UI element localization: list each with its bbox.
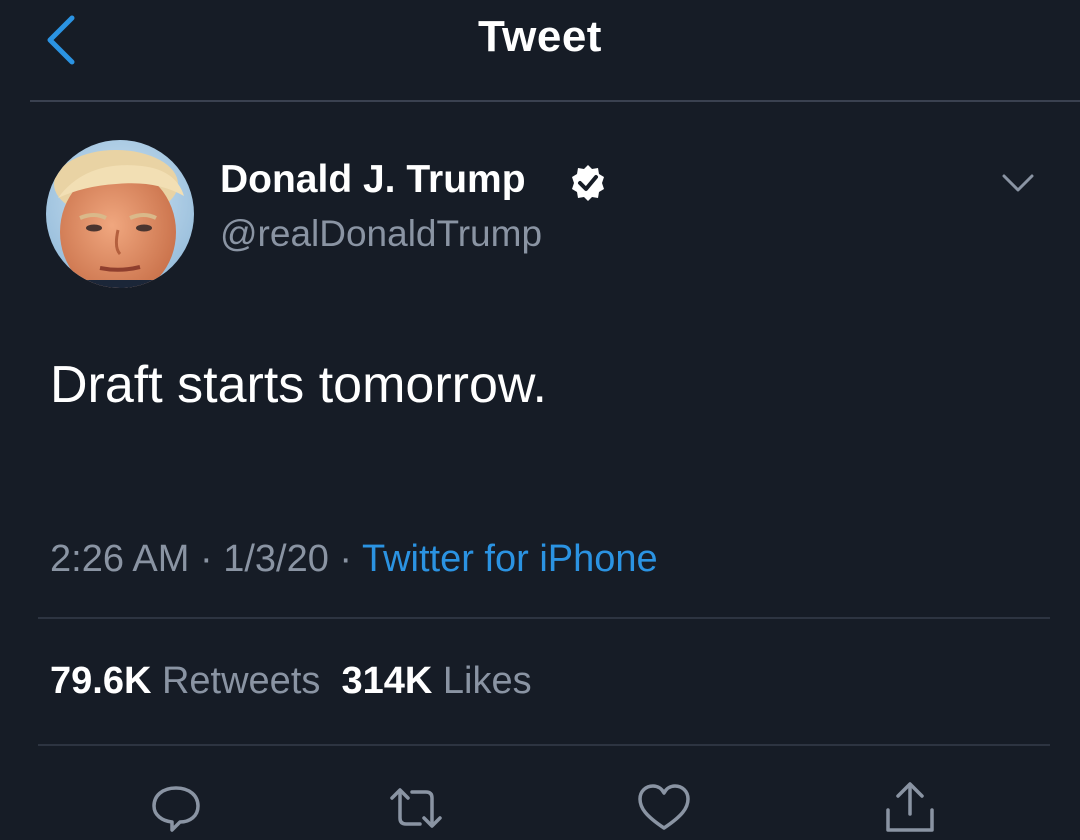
stats-divider	[38, 744, 1050, 746]
retweet-icon	[390, 788, 442, 828]
retweets-count: 79.6K	[50, 660, 152, 702]
tweet-detail-screen: Tweet Donald J. Trump @realDonaldTrump D…	[0, 0, 1080, 840]
verified-badge-icon	[572, 165, 604, 201]
meta-divider	[38, 617, 1050, 619]
meta-separator: ·	[199, 538, 213, 580]
tweet-meta: 2:26 AM · 1/3/20 · Twitter for iPhone	[50, 538, 658, 581]
tweet-date: 1/3/20	[223, 538, 329, 580]
likes-count: 314K	[341, 660, 433, 702]
likes-label: Likes	[442, 660, 532, 702]
tweet-source-link[interactable]: Twitter for iPhone	[362, 538, 658, 580]
page-title: Tweet	[478, 12, 602, 61]
author-handle[interactable]: @realDonaldTrump	[220, 213, 542, 255]
chevron-down-icon	[1002, 174, 1034, 192]
share-icon	[886, 782, 934, 832]
reply-icon	[152, 786, 200, 832]
retweets-label: Retweets	[161, 660, 321, 702]
avatar-image	[46, 140, 194, 288]
likes-stat[interactable]: 314K Likes	[342, 660, 532, 702]
header-divider	[30, 100, 1080, 102]
tweet-time: 2:26 AM	[50, 538, 190, 580]
top-bar: Tweet	[0, 0, 1080, 100]
reply-button[interactable]	[146, 780, 206, 836]
like-icon	[638, 784, 690, 830]
meta-separator: ·	[339, 538, 353, 580]
retweets-stat[interactable]: 79.6K Retweets	[50, 660, 320, 702]
more-options-button[interactable]	[996, 164, 1040, 204]
tweet-text: Draft starts tomorrow.	[50, 356, 547, 414]
avatar[interactable]	[46, 140, 194, 288]
tweet-stats: 79.6K Retweets 314K Likes	[50, 660, 532, 703]
retweet-button[interactable]	[386, 780, 446, 836]
share-button[interactable]	[880, 780, 940, 836]
like-button[interactable]	[634, 780, 694, 836]
author-name[interactable]: Donald J. Trump	[220, 158, 526, 202]
